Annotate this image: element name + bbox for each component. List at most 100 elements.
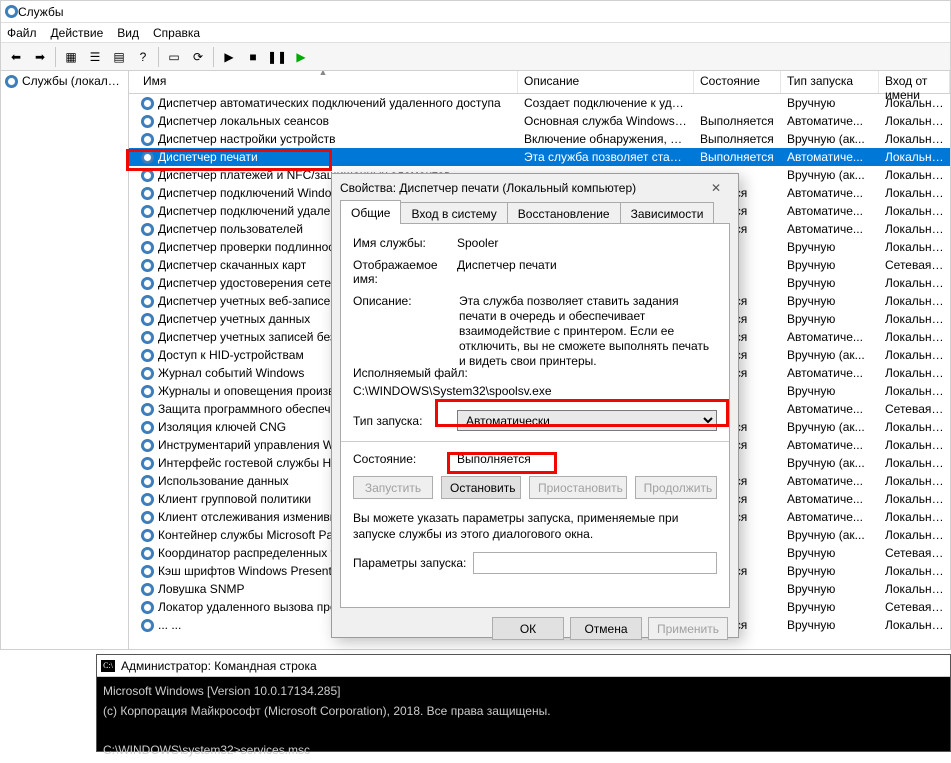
service-logon: Локальная система bbox=[879, 186, 950, 200]
gear-icon bbox=[141, 511, 154, 524]
pause-icon[interactable]: ❚❚ bbox=[266, 46, 288, 68]
label-state: Состояние: bbox=[353, 452, 457, 466]
value-description: Эта служба позволяет ставить задания печ… bbox=[457, 294, 717, 358]
table-row[interactable]: Диспетчер настройки устройствВключение о… bbox=[129, 130, 950, 148]
console-title: Администратор: Командная строка bbox=[121, 659, 317, 673]
gear-icon bbox=[141, 619, 154, 632]
menu-help[interactable]: Справка bbox=[153, 26, 200, 40]
ok-button[interactable]: ОК bbox=[492, 617, 564, 640]
service-logon: Локальная система bbox=[879, 474, 950, 488]
gear-icon bbox=[141, 529, 154, 542]
service-logon: Сетевая служба bbox=[879, 546, 950, 560]
col-state[interactable]: Состояние bbox=[694, 71, 781, 93]
service-start: Вручную bbox=[781, 618, 879, 632]
properties-dialog: Свойства: Диспетчер печати (Локальный ко… bbox=[331, 173, 739, 638]
service-start: Вручную bbox=[781, 312, 879, 326]
service-name: Диспетчер подключений Windows bbox=[158, 186, 346, 200]
service-name: Диспетчер печати bbox=[158, 150, 258, 164]
service-start: Автоматиче... bbox=[781, 402, 879, 416]
details-button[interactable]: ▭ bbox=[163, 46, 185, 68]
start-button[interactable]: Запустить bbox=[353, 476, 433, 499]
service-desc: Создает подключение к уда... bbox=[518, 96, 694, 110]
service-logon: Локальная система bbox=[879, 618, 950, 632]
col-desc[interactable]: Описание bbox=[518, 71, 694, 93]
service-name: ... ... bbox=[158, 618, 181, 632]
service-name: Диспетчер учетных данных bbox=[158, 312, 310, 326]
cmd-icon: C:\ bbox=[101, 660, 115, 672]
gear-icon bbox=[141, 547, 154, 560]
pause-button[interactable]: Приостановить bbox=[529, 476, 627, 499]
service-logon: Локальная система bbox=[879, 294, 950, 308]
service-logon: Локальная система bbox=[879, 528, 950, 542]
cancel-button[interactable]: Отмена bbox=[570, 617, 642, 640]
menu-file[interactable]: Файл bbox=[7, 26, 37, 40]
export-button[interactable]: ▤ bbox=[108, 46, 130, 68]
service-start: Вручную bbox=[781, 258, 879, 272]
apply-button[interactable]: Применить bbox=[648, 617, 728, 640]
restart-icon[interactable]: ▶ bbox=[290, 46, 312, 68]
service-logon: Локальная система bbox=[879, 240, 950, 254]
gear-icon bbox=[141, 115, 154, 128]
service-start: Вручную bbox=[781, 96, 879, 110]
dialog-buttons: ОК Отмена Применить bbox=[332, 617, 738, 648]
titlebar: Службы bbox=[1, 1, 950, 23]
stop-button[interactable]: Остановить bbox=[441, 476, 521, 499]
show-hide-button[interactable]: ▦ bbox=[60, 46, 82, 68]
service-start: Вручную (ак... bbox=[781, 420, 879, 434]
dialog-title: Свойства: Диспетчер печати (Локальный ко… bbox=[340, 181, 636, 195]
gear-icon bbox=[141, 583, 154, 596]
tree-pane: Службы (локальные) bbox=[1, 71, 129, 649]
service-logon: Локальная система bbox=[879, 420, 950, 434]
tab-general[interactable]: Общие bbox=[340, 200, 401, 224]
service-logon: Локальная система bbox=[879, 582, 950, 596]
service-logon: Локальная система bbox=[879, 330, 950, 344]
startup-type-select[interactable]: Автоматически bbox=[457, 410, 717, 431]
console-window: C:\ Администратор: Командная строка Micr… bbox=[96, 654, 951, 752]
gear-icon bbox=[141, 493, 154, 506]
menu-action[interactable]: Действие bbox=[51, 26, 104, 40]
dialog-titlebar: Свойства: Диспетчер печати (Локальный ко… bbox=[332, 174, 738, 202]
service-logon: Сетевая служба bbox=[879, 600, 950, 614]
gear-icon bbox=[5, 5, 18, 18]
service-start: Вручную bbox=[781, 546, 879, 560]
params-input[interactable] bbox=[473, 552, 717, 574]
service-logon: Сетевая служба bbox=[879, 402, 950, 416]
table-row[interactable]: Диспетчер печатиЭта служба позволяет ста… bbox=[129, 148, 950, 166]
play-icon[interactable]: ▶ bbox=[218, 46, 240, 68]
console-body[interactable]: Microsoft Windows [Version 10.0.17134.28… bbox=[97, 677, 950, 763]
back-button[interactable]: ⬅ bbox=[5, 46, 27, 68]
tab-logon[interactable]: Вход в систему bbox=[400, 202, 507, 224]
tab-recovery[interactable]: Восстановление bbox=[507, 202, 621, 224]
service-name: Защита программного обеспечения bbox=[158, 402, 357, 416]
tab-deps[interactable]: Зависимости bbox=[620, 202, 715, 224]
service-name: Диспетчер учетных веб-записей bbox=[158, 294, 337, 308]
table-row[interactable]: Диспетчер автоматических подключений уда… bbox=[129, 94, 950, 112]
service-name: Диспетчер автоматических подключений уда… bbox=[158, 96, 501, 110]
table-row[interactable]: Диспетчер локальных сеансовОсновная служ… bbox=[129, 112, 950, 130]
service-start: Вручную bbox=[781, 240, 879, 254]
refresh-button[interactable]: ⟳ bbox=[187, 46, 209, 68]
menu-view[interactable]: Вид bbox=[117, 26, 139, 40]
stop-icon[interactable]: ■ bbox=[242, 46, 264, 68]
service-start: Автоматиче... bbox=[781, 330, 879, 344]
service-logon: Локальная система bbox=[879, 510, 950, 524]
service-start: Вручную bbox=[781, 276, 879, 290]
col-name[interactable]: Имя▲ bbox=[129, 71, 518, 93]
resume-button[interactable]: Продолжить bbox=[635, 476, 717, 499]
service-state: Выполняется bbox=[694, 150, 781, 164]
close-icon[interactable]: ✕ bbox=[702, 178, 730, 198]
gear-icon bbox=[141, 421, 154, 434]
service-desc: Основная служба Windows, ... bbox=[518, 114, 694, 128]
service-start: Вручную bbox=[781, 384, 879, 398]
properties-button[interactable]: ☰ bbox=[84, 46, 106, 68]
service-start: Вручную (ак... bbox=[781, 528, 879, 542]
col-start[interactable]: Тип запуска bbox=[781, 71, 879, 93]
service-logon: Локальная система bbox=[879, 168, 950, 182]
forward-button[interactable]: ➡ bbox=[29, 46, 51, 68]
service-name: Клиент групповой политики bbox=[158, 492, 311, 506]
tree-root[interactable]: Службы (локальные) bbox=[3, 73, 126, 89]
sort-asc-icon: ▲ bbox=[319, 71, 328, 77]
service-start: Автоматиче... bbox=[781, 366, 879, 380]
col-logon[interactable]: Вход от имени bbox=[879, 71, 950, 93]
help-button[interactable]: ? bbox=[132, 46, 154, 68]
